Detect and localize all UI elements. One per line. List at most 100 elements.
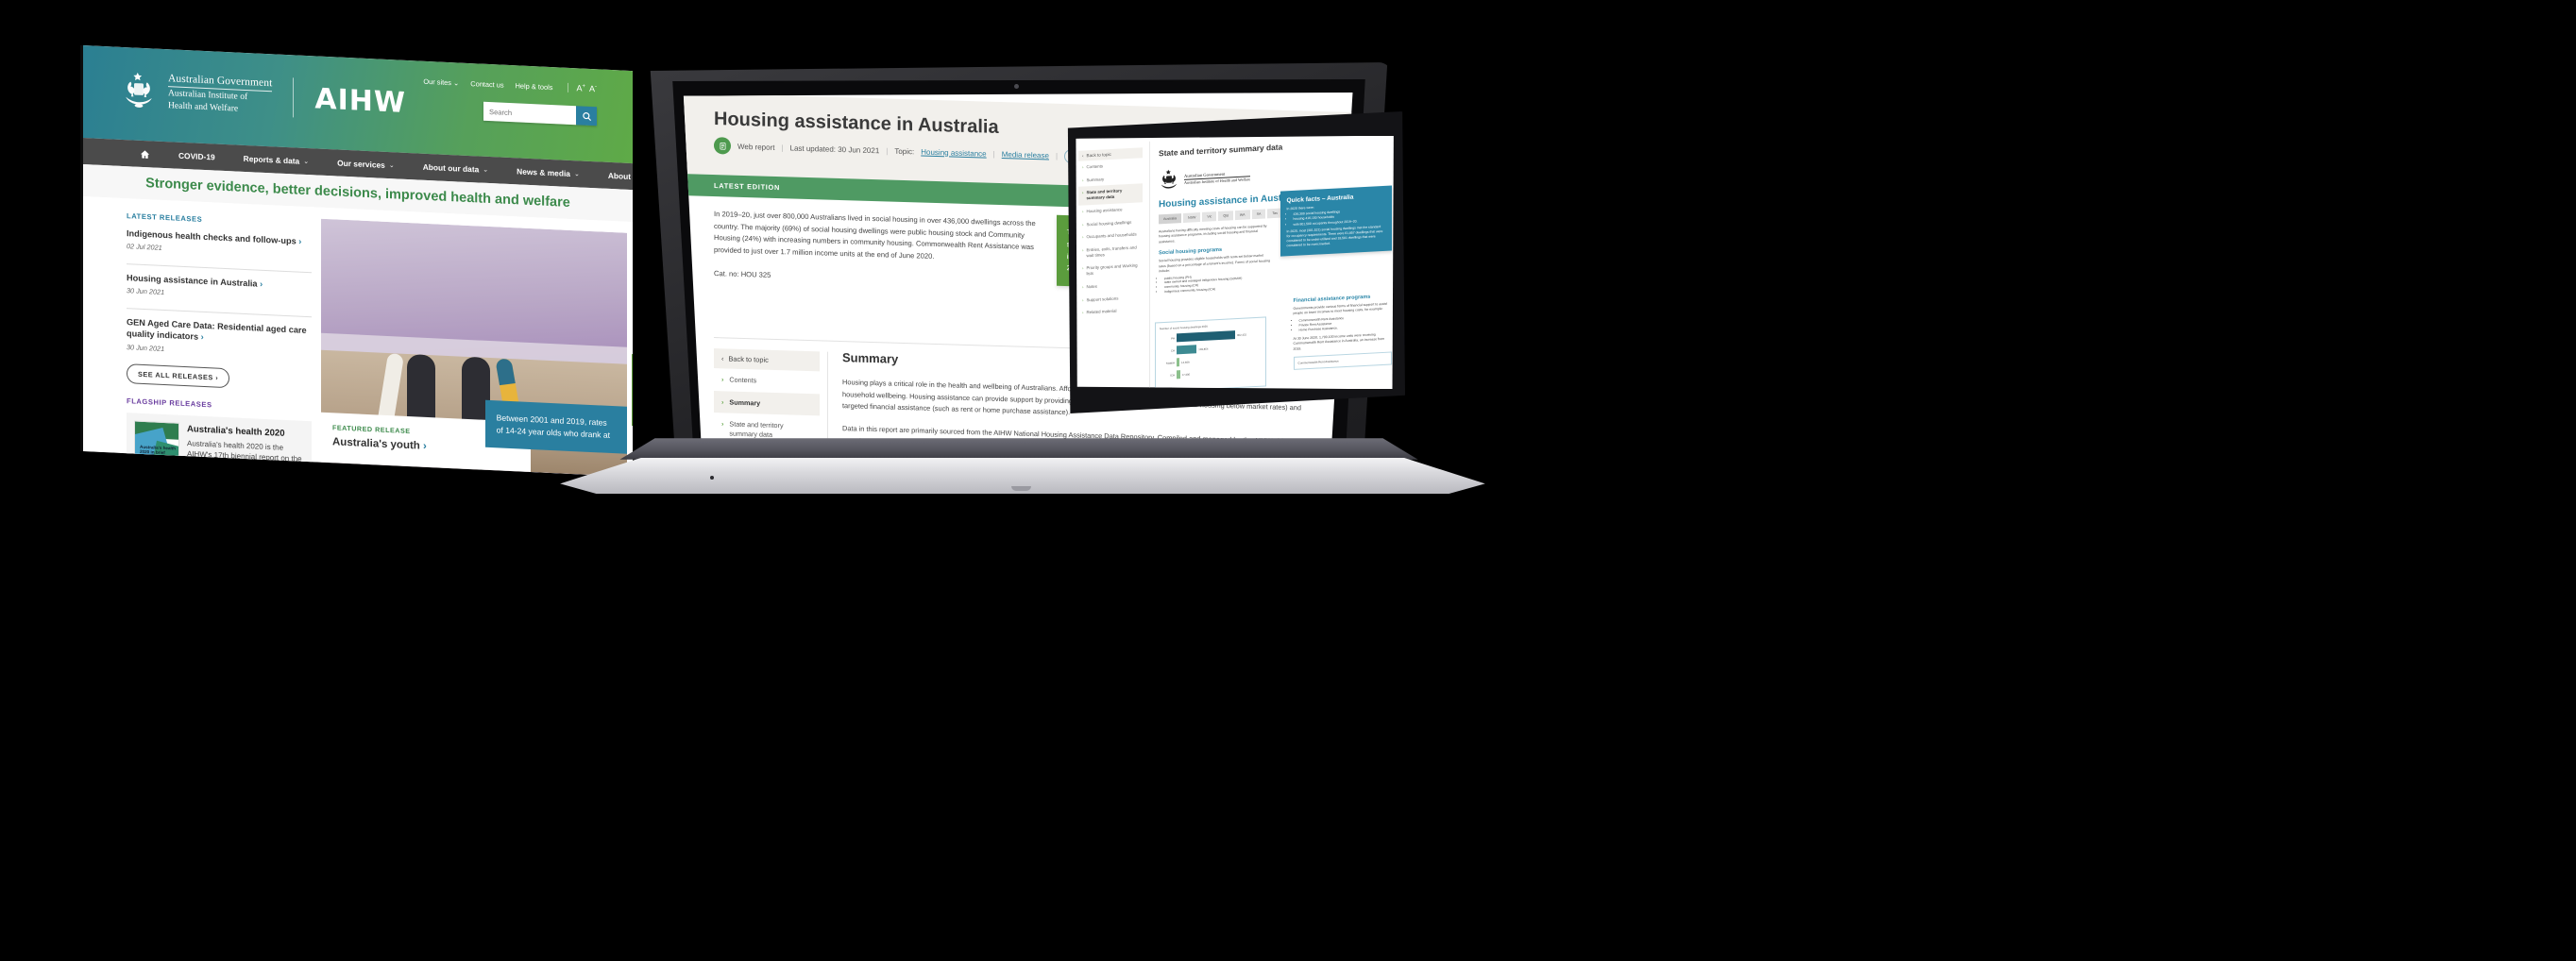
- report-intro: In 2019–20, just over 800,000 Australian…: [714, 209, 1044, 290]
- utility-link-our-sites[interactable]: Our sites ⌄: [423, 76, 459, 87]
- nav-item-our-services[interactable]: Our services ⌄: [323, 158, 409, 171]
- thumbnail-label: Australia's health 2020 in brief: [140, 444, 177, 455]
- sidebar-item-contents[interactable]: › Contents: [714, 368, 820, 394]
- chevron-down-icon: ⌄: [453, 77, 460, 88]
- chevron-down-icon: ⌄: [483, 166, 489, 174]
- list-item[interactable]: Housing assistance in Australia › 30 Jun…: [127, 272, 312, 310]
- report-type: Web report: [737, 142, 775, 152]
- financial-list: Commonwealth Rent Assistance Private Ren…: [1299, 313, 1392, 332]
- australian-coat-of-arms-icon: [126, 72, 152, 108]
- tab-nsw[interactable]: NSW: [1183, 211, 1201, 223]
- web-report-document-icon: [714, 136, 732, 155]
- chevron-right-icon: ›: [1082, 177, 1084, 182]
- chevron-right-icon: ›: [1082, 296, 1084, 302]
- chevron-down-icon: ⌄: [573, 171, 580, 178]
- chart-category-label: ICH: [1170, 372, 1176, 377]
- chevron-down-icon: ⌄: [388, 162, 395, 170]
- chart-bar-row: ICH 17,306: [1160, 365, 1262, 379]
- crest-wordmark: Australian Government Australian Institu…: [1184, 169, 1251, 185]
- nav-item-covid-19[interactable]: COVID-19: [164, 150, 229, 162]
- list-item[interactable]: GEN Aged Care Data: Residential aged car…: [127, 316, 312, 365]
- aihw-wordmark: AIHW: [314, 81, 406, 120]
- feedback-tab[interactable]: FEEDBACK: [632, 354, 633, 428]
- factsheet-crest: Australian Government Australian Institu…: [1159, 157, 1391, 192]
- chevron-left-icon: ‹: [721, 354, 724, 363]
- catalogue-number: Cat. no: HOU 325: [714, 269, 771, 280]
- nav-item-home[interactable]: [83, 146, 164, 160]
- chevron-right-icon: ›: [721, 419, 724, 429]
- quick-facts-panel: Quick facts – Australia In 2020 there we…: [1280, 185, 1392, 256]
- flagship-body: Australia's health 2020 is the AIHW's 17…: [187, 438, 302, 472]
- tab-sa[interactable]: SA: [1251, 209, 1266, 219]
- nav-item-reports-data[interactable]: Reports & data ⌄: [229, 153, 323, 167]
- chart-value-label: 302,431: [1237, 331, 1247, 337]
- chart-category-label: SOMIH: [1166, 360, 1176, 365]
- chevron-right-icon: ›: [1082, 164, 1084, 170]
- featured-stat-callout: Between 2001 and 2019, rates of 14-24 ye…: [484, 399, 627, 454]
- chart-bar: [1177, 369, 1180, 379]
- social-housing-dwellings-chart: Number of social housing dwellings 2020 …: [1155, 315, 1267, 390]
- search-button[interactable]: [576, 106, 597, 126]
- chevron-right-icon: ›: [721, 396, 724, 407]
- search-icon: [582, 111, 591, 121]
- laptop-notch: [1011, 486, 1031, 492]
- quick-facts-body: In 2020, most (301,521) social housing d…: [1286, 224, 1383, 248]
- tab-qld[interactable]: Qld: [1218, 210, 1234, 221]
- chevron-right-icon: ›: [1082, 221, 1084, 227]
- chevron-right-icon: ›: [423, 440, 427, 452]
- hero-image: FEATURED RELEASE Australia's youth › Bet…: [321, 218, 627, 477]
- chart-category-label: CH: [1171, 347, 1176, 352]
- chart-value-label: 14,609: [1181, 359, 1190, 364]
- flagship-card[interactable]: Australia's health 2020 in brief Austral…: [127, 412, 312, 478]
- last-updated: Last updated: 30 Jun 2021: [789, 143, 880, 155]
- chevron-right-icon: ›: [1082, 208, 1084, 214]
- chart-bar-row: SOMIH 14,609: [1160, 353, 1262, 367]
- tab-australia[interactable]: Australia: [1159, 212, 1182, 224]
- sidebar-item-summary[interactable]: › Summary: [714, 390, 821, 416]
- chevron-right-icon: ›: [1082, 283, 1084, 290]
- tablet-sidebar: ‹ Back to topic › Contents › Summary › Stat…: [1078, 146, 1144, 320]
- sidebar-item-related-material[interactable]: › Related material: [1078, 303, 1143, 319]
- desktop-screen: Australian Government Australian Institu…: [83, 45, 633, 478]
- text-size-decrease-button[interactable]: A-: [589, 84, 597, 93]
- chevron-left-icon: ‹: [1082, 153, 1084, 159]
- home-icon: [140, 149, 150, 159]
- nav-item-about-us[interactable]: About us⌄: [594, 170, 633, 183]
- chevron-right-icon: ›: [1082, 234, 1084, 240]
- government-wordmark: Australian Government Australian Institu…: [168, 73, 273, 115]
- utility-link-contact-us[interactable]: Contact us: [470, 79, 503, 90]
- tab-wa[interactable]: WA: [1235, 209, 1250, 220]
- report-sidebar: ‹ Back to topic › Contents › Summary › Stat…: [714, 347, 821, 443]
- financial-chart-card: Commonwealth Rent Assistance: [1293, 351, 1392, 370]
- site-logo[interactable]: Australian Government Australian Institu…: [121, 70, 406, 123]
- page-title: State and territory summary data: [1159, 142, 1283, 158]
- chevron-right-icon: ›: [1082, 310, 1084, 315]
- site-search: [483, 101, 597, 126]
- financial-assistance-section: Financial assistance programs Government…: [1293, 287, 1392, 370]
- chevron-down-icon: ⌄: [303, 158, 310, 166]
- report-metadata: Web report | Last updated: 30 Jun 2021 |…: [714, 136, 1079, 164]
- media-release-link[interactable]: Media release: [1002, 149, 1049, 159]
- nav-item-news-media[interactable]: News & media ⌄: [502, 166, 594, 179]
- meta-divider: |: [1056, 151, 1059, 160]
- nav-item-about-our-data[interactable]: About our data ⌄: [409, 161, 502, 176]
- list-item[interactable]: Indigenous health checks and follow-ups …: [127, 228, 312, 265]
- chevron-right-icon: ›: [200, 332, 204, 343]
- divider: [127, 263, 312, 274]
- topic-link[interactable]: Housing assistance: [922, 147, 987, 158]
- chart-bar-row: CH 103,854: [1160, 341, 1262, 355]
- page-title: Housing assistance in Australia: [714, 108, 999, 138]
- meta-divider: |: [781, 143, 784, 152]
- text-size-controls: A+ A-: [568, 82, 597, 94]
- text-size-increase-button[interactable]: A+: [576, 83, 585, 93]
- chevron-right-icon: ›: [1082, 265, 1084, 271]
- homepage-body: LATEST RELEASES Indigenous health checks…: [83, 196, 633, 478]
- left-column: LATEST RELEASES Indigenous health checks…: [127, 211, 312, 478]
- divider: [127, 308, 312, 318]
- chart-bar: [1177, 357, 1180, 366]
- utility-nav: Our sites ⌄ Contact us Help & tools A+ A…: [423, 76, 597, 94]
- search-input[interactable]: [483, 101, 576, 126]
- tab-vic[interactable]: Vic: [1202, 211, 1217, 222]
- utility-link-help-tools[interactable]: Help & tools: [516, 81, 553, 92]
- chevron-right-icon: ›: [1082, 247, 1084, 253]
